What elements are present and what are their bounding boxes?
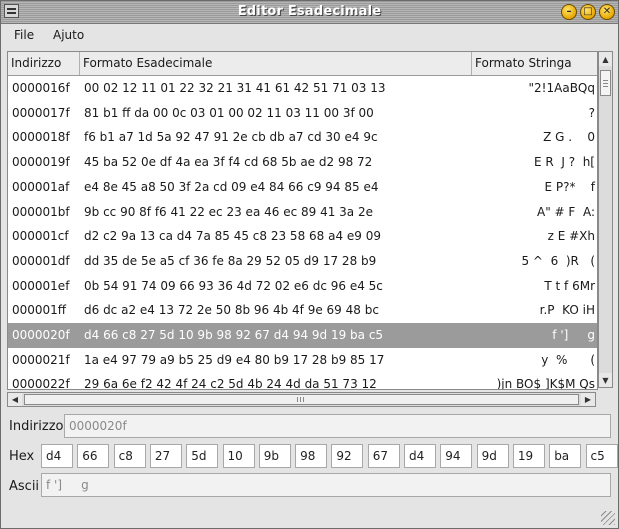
table-header: Indirizzo Formato Esadecimale Formato St… xyxy=(8,52,597,76)
hex-byte-field[interactable]: 9d xyxy=(476,444,509,468)
row-hex-bytes: 9b cc 90 8f f6 41 22 ec 23 ea 46 ec 89 4… xyxy=(84,204,373,219)
hex-byte-field[interactable]: ba xyxy=(549,444,582,468)
minimize-icon[interactable]: – xyxy=(561,4,577,20)
hex-byte-field[interactable]: c8 xyxy=(113,444,146,468)
column-header-string[interactable]: Formato Stringa xyxy=(472,52,597,75)
horizontal-scrollbar[interactable]: ◀ ▶ xyxy=(7,392,596,407)
row-address: 0000019f xyxy=(12,155,70,170)
table-row[interactable]: 0000022f 29 6a 6e f2 42 4f 24 c2 5d 4b 24… xyxy=(8,372,597,389)
menu-help[interactable]: Ajuto xyxy=(53,28,84,42)
row-string: T t f 6Mr xyxy=(544,278,595,293)
table-row[interactable]: 0000020f d4 66 c8 27 5d 10 9b 98 92 67 d4… xyxy=(8,323,597,348)
scroll-down-icon[interactable]: ▼ xyxy=(599,373,612,387)
vertical-scrollbar[interactable]: ▲ ▼ xyxy=(598,51,613,388)
hex-byte-field[interactable]: 19 xyxy=(512,444,545,468)
resize-grip-icon[interactable] xyxy=(601,511,615,525)
title-bar[interactable]: Editor Esadecimale – □ ✕ xyxy=(1,1,618,24)
row-string: "2!1AaBQq xyxy=(528,81,595,95)
row-hex-bytes: f6 b1 a7 1d 5a 92 47 91 2e cb db a7 cd 3… xyxy=(84,130,378,145)
row-address: 000001ef xyxy=(12,278,70,293)
column-header-hex[interactable]: Formato Esadecimale xyxy=(80,52,472,75)
hex-byte-field[interactable]: 94 xyxy=(440,444,473,468)
row-address: 000001ff xyxy=(12,303,67,318)
row-hex-bytes: d4 66 c8 27 5d 10 9b 98 92 67 d4 94 9d 1… xyxy=(84,328,384,342)
row-hex-bytes: e4 8e 45 a8 50 3f 2a cd 09 e4 84 66 c9 9… xyxy=(84,179,379,194)
hex-table[interactable]: Indirizzo Formato Esadecimale Formato St… xyxy=(7,51,598,390)
hex-byte-field[interactable]: d4 xyxy=(404,444,436,468)
row-address: 000001df xyxy=(12,253,70,268)
hex-byte-field[interactable]: 5d xyxy=(186,444,219,468)
row-hex-bytes: 45 ba 52 0e df 4a ea 3f f4 cd 68 5b ae d… xyxy=(84,155,373,170)
address-field[interactable]: 0000020f xyxy=(64,414,611,438)
address-label: Indirizzo xyxy=(9,419,64,434)
row-string: f '] g xyxy=(552,328,595,342)
table-row[interactable]: 0000021f 1a e4 97 79 a9 b5 25 d9 e4 80 b9… xyxy=(8,348,597,373)
ascii-field[interactable]: f '] g xyxy=(41,473,611,497)
ascii-label: Ascii xyxy=(9,479,40,494)
row-hex-bytes: 0b 54 91 74 09 66 93 36 4d 72 02 e6 dc 9… xyxy=(84,278,383,293)
row-string: r.P KO iH xyxy=(539,303,595,318)
menu-bar: File Ajuto xyxy=(1,24,618,46)
hex-label: Hex xyxy=(9,449,35,464)
table-row[interactable]: 0000016f 00 02 12 11 01 22 32 21 31 41 61… xyxy=(8,76,597,101)
row-string: E P?* f xyxy=(544,179,595,194)
row-string: E R J ? h[ xyxy=(533,155,595,170)
row-string: )jn BO$ ]K$M Qs xyxy=(496,377,595,389)
table-row[interactable]: 000001df dd 35 de 5e a5 cf 36 fe 8a 29 52… xyxy=(8,249,597,274)
scroll-up-icon[interactable]: ▲ xyxy=(599,52,612,66)
hex-byte-field[interactable]: 67 xyxy=(367,444,400,468)
row-hex-bytes: d6 dc a2 e4 13 72 2e 50 8b 96 4b 4f 9e 6… xyxy=(84,303,379,318)
table-row[interactable]: 000001ff d6 dc a2 e4 13 72 2e 50 8b 96 4b… xyxy=(8,298,597,323)
hex-byte-field[interactable]: c5 xyxy=(585,444,618,468)
scroll-right-icon[interactable]: ▶ xyxy=(581,393,595,406)
row-string: ? xyxy=(588,105,595,120)
row-address: 000001af xyxy=(12,179,70,194)
row-address: 0000016f xyxy=(12,81,70,95)
row-hex-bytes: 29 6a 6e f2 42 4f 24 c2 5d 4b 24 4d da 5… xyxy=(84,377,377,389)
row-string: y % ( xyxy=(541,352,595,367)
row-string: A" # F A: xyxy=(537,204,595,219)
row-address: 0000018f xyxy=(12,130,70,145)
hex-editor-window: Editor Esadecimale – □ ✕ File Ajuto Indi… xyxy=(0,0,619,529)
scroll-left-icon[interactable]: ◀ xyxy=(8,393,22,406)
hex-byte-field[interactable]: 66 xyxy=(77,444,110,468)
hex-byte-field[interactable]: 92 xyxy=(331,444,364,468)
row-hex-bytes: dd 35 de 5e a5 cf 36 fe 8a 29 52 05 d9 1… xyxy=(84,253,377,268)
table-row[interactable]: 000001bf 9b cc 90 8f f6 41 22 ec 23 ea 46… xyxy=(8,200,597,225)
vertical-scroll-thumb[interactable] xyxy=(600,70,611,96)
hex-byte-field[interactable]: 9b xyxy=(258,444,291,468)
hex-byte-field[interactable]: 27 xyxy=(149,444,182,468)
hex-byte-field[interactable]: d4 xyxy=(41,444,73,468)
table-body: 0000016f 00 02 12 11 01 22 32 21 31 41 61… xyxy=(8,76,597,389)
row-hex-bytes: d2 c2 9a 13 ca d4 7a 85 45 c8 23 58 68 a… xyxy=(84,229,382,244)
table-row[interactable]: 000001ef 0b 54 91 74 09 66 93 36 4d 72 02… xyxy=(8,274,597,299)
hex-byte-field[interactable]: 10 xyxy=(222,444,255,468)
row-hex-bytes: 00 02 12 11 01 22 32 21 31 41 61 42 51 7… xyxy=(84,81,386,95)
close-icon[interactable]: ✕ xyxy=(599,4,615,20)
row-string: 5 ^ 6 )R ( xyxy=(521,253,595,268)
row-address: 0000017f xyxy=(12,105,70,120)
table-row[interactable]: 0000019f 45 ba 52 0e df 4a ea 3f f4 cd 68… xyxy=(8,150,597,175)
menu-file[interactable]: File xyxy=(14,28,34,42)
hex-byte-field[interactable]: 98 xyxy=(295,444,328,468)
row-hex-bytes: 81 b1 ff da 00 0c 03 01 00 02 11 03 11 0… xyxy=(84,105,374,120)
window-title: Editor Esadecimale xyxy=(237,4,382,19)
table-row[interactable]: 0000018f f6 b1 a7 1d 5a 92 47 91 2e cb db… xyxy=(8,125,597,150)
table-row[interactable]: 000001af e4 8e 45 a8 50 3f 2a cd 09 e4 84… xyxy=(8,175,597,200)
row-address: 000001cf xyxy=(12,229,69,244)
row-hex-bytes: 1a e4 97 79 a9 b5 25 d9 e4 80 b9 17 28 b… xyxy=(84,352,385,367)
table-row[interactable]: 0000017f 81 b1 ff da 00 0c 03 01 00 02 11… xyxy=(8,101,597,126)
table-row[interactable]: 000001cf d2 c2 9a 13 ca d4 7a 85 45 c8 23… xyxy=(8,224,597,249)
horizontal-scroll-thumb[interactable] xyxy=(24,394,579,405)
column-header-address[interactable]: Indirizzo xyxy=(8,52,80,75)
maximize-icon[interactable]: □ xyxy=(580,4,596,20)
row-address: 000001bf xyxy=(12,204,70,219)
row-string: z E #Xh xyxy=(547,229,595,244)
row-string: Z G . 0 xyxy=(543,130,595,145)
row-address: 0000020f xyxy=(12,328,70,342)
row-address: 0000021f xyxy=(12,352,70,367)
row-address: 0000022f xyxy=(12,377,70,389)
